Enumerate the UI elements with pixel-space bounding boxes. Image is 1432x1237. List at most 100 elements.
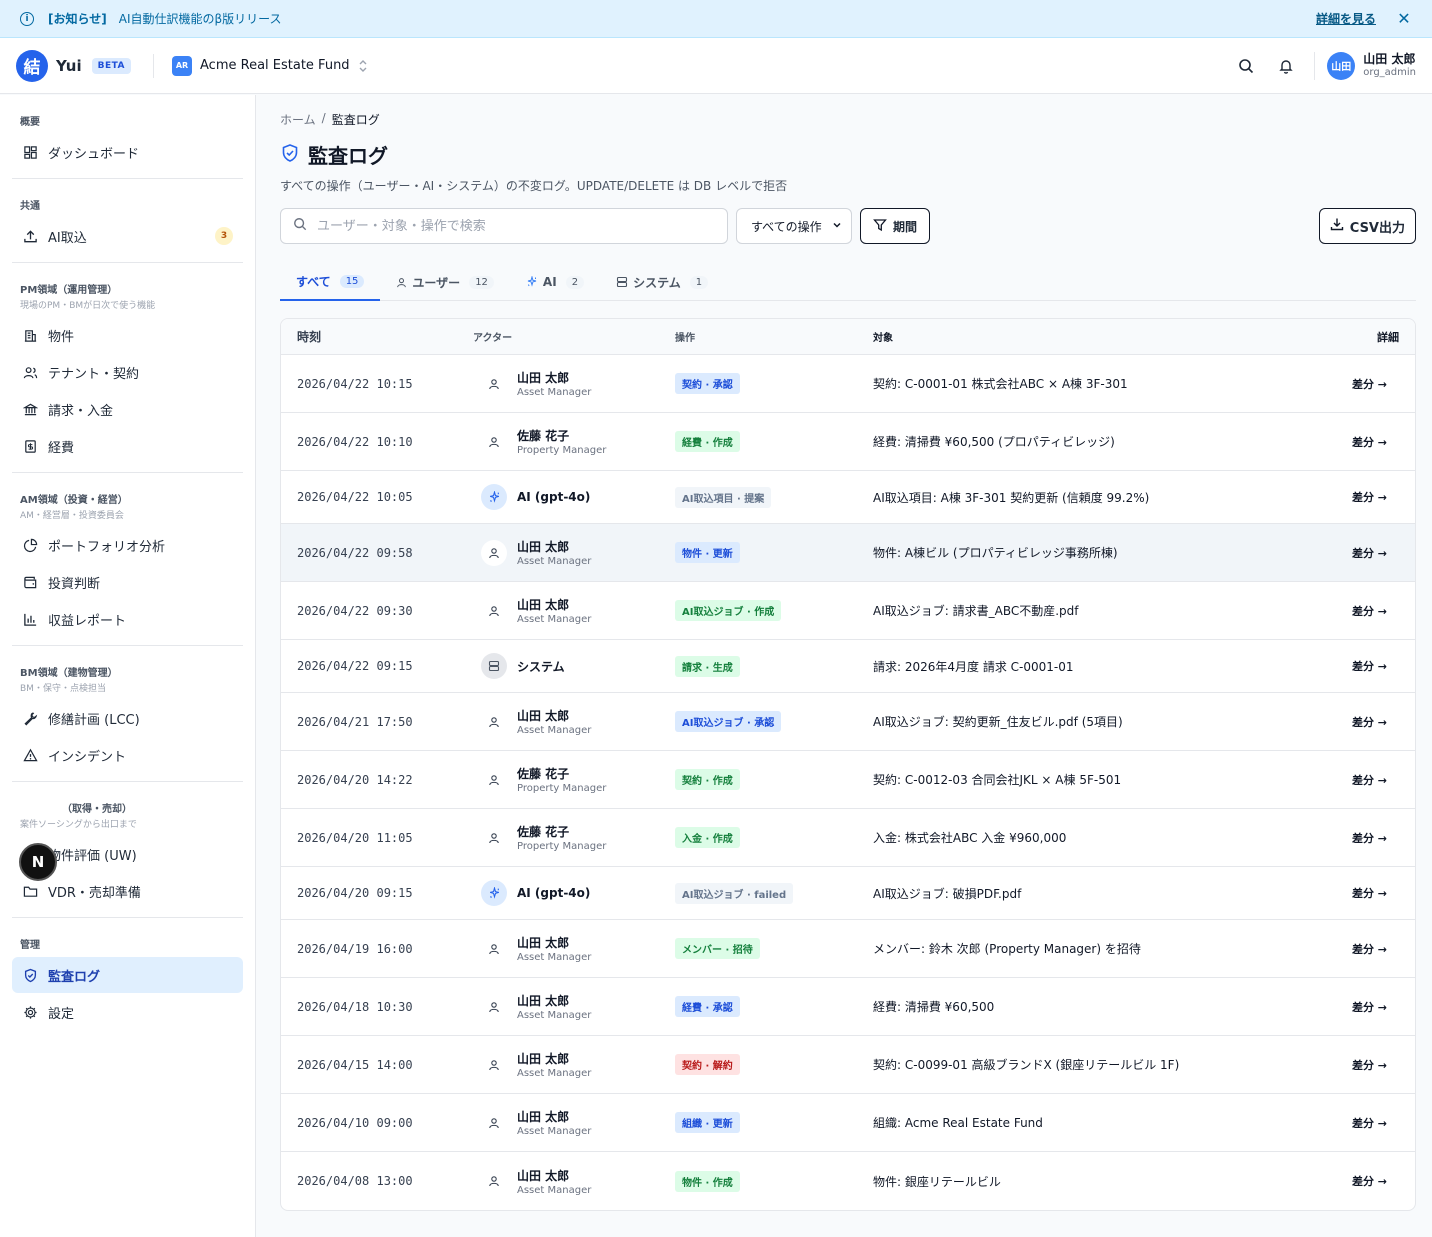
dev-tools-bubble[interactable]: N — [19, 843, 57, 881]
operation-badge: 組織 · 更新 — [675, 1112, 740, 1133]
breadcrumb-home[interactable]: ホーム — [280, 111, 316, 128]
row-actor: 山田 太郎 Asset Manager — [473, 1167, 675, 1196]
csv-export-button[interactable]: CSV出力 — [1318, 208, 1416, 244]
sidebar-item-gear[interactable]: 設定 — [12, 994, 243, 1030]
row-actor: 山田 太郎 Asset Manager — [473, 707, 675, 736]
actor-name: 山田 太郎 — [517, 540, 570, 554]
period-button[interactable]: 期間 — [860, 208, 931, 244]
tab-system[interactable]: システム 1 — [600, 263, 724, 301]
user-menu[interactable]: 山田 山田 太郎 org_admin — [1327, 51, 1416, 80]
sidebar-item-dashboard[interactable]: ダッシュボード — [12, 134, 243, 170]
search-box[interactable] — [280, 208, 728, 244]
sidebar-item-upload[interactable]: AI取込 3 — [12, 218, 243, 254]
actor-name: システム — [517, 659, 565, 674]
table-row[interactable]: 2026/04/15 14:00 山田 太郎 Asset Manager 契約 … — [281, 1036, 1415, 1094]
table-row[interactable]: 2026/04/22 10:15 山田 太郎 Asset Manager 契約 … — [281, 355, 1415, 413]
table-row[interactable]: 2026/04/18 10:30 山田 太郎 Asset Manager 経費 … — [281, 978, 1415, 1036]
actor-name: 山田 太郎 — [517, 709, 570, 723]
sidebar-item-building[interactable]: 物件 — [12, 317, 243, 353]
diff-link[interactable]: 差分 → — [1335, 658, 1415, 674]
download-icon — [1330, 217, 1344, 235]
sidebar-item-shield-check[interactable]: 監査ログ — [12, 957, 243, 993]
row-operation: 経費 · 作成 — [675, 431, 873, 452]
diff-link[interactable]: 差分 → — [1335, 830, 1415, 846]
row-actor: AI (gpt-4o) — [473, 880, 675, 906]
row-actor: 山田 太郎 Asset Manager — [473, 992, 675, 1021]
user-icon — [481, 767, 507, 793]
row-actor: 山田 太郎 Asset Manager — [473, 538, 675, 567]
diff-link[interactable]: 差分 → — [1335, 1173, 1415, 1189]
sidebar-item-alert-triangle[interactable]: インシデント — [12, 737, 243, 773]
table-row[interactable]: 2026/04/20 09:15 AI (gpt-4o) AI取込ジョブ · f… — [281, 867, 1415, 920]
bell-icon[interactable] — [1272, 52, 1300, 80]
tab-label: すべて — [296, 274, 331, 289]
sidebar-item-bar-chart[interactable]: 収益レポート — [12, 601, 243, 637]
diff-link[interactable]: 差分 → — [1335, 714, 1415, 730]
diff-link[interactable]: 差分 → — [1335, 772, 1415, 788]
table-row[interactable]: 2026/04/22 09:58 山田 太郎 Asset Manager 物件 … — [281, 524, 1415, 582]
app-logo[interactable]: 結 — [16, 49, 48, 82]
tab-user[interactable]: ユーザー 12 — [380, 263, 510, 301]
sidebar-item-pie-chart[interactable]: ポートフォリオ分析 — [12, 527, 243, 563]
row-time: 2026/04/22 10:05 — [297, 490, 413, 504]
diff-link[interactable]: 差分 → — [1335, 376, 1415, 392]
operation-filter-select[interactable]: すべての操作 — [736, 208, 852, 244]
diff-link[interactable]: 差分 → — [1335, 1057, 1415, 1073]
sidebar-section: AM領域（投資・経営） AM・経営層・投資委員会 ポートフォリオ分析 投資判断 収… — [12, 473, 243, 646]
sidebar-section-title: AM領域（投資・経営） — [20, 495, 128, 506]
sidebar-item-label: ダッシュボード — [48, 146, 140, 162]
row-actor: 山田 太郎 Asset Manager — [473, 1050, 675, 1079]
tab-count: 2 — [565, 275, 585, 289]
sidebar-section-subtitle: 現場のPM・BMが日次で使う機能 — [20, 301, 156, 311]
user-role: org_admin — [1363, 66, 1416, 78]
sidebar-item-users[interactable]: テナント・契約 — [12, 354, 243, 390]
sidebar-item-bank[interactable]: 請求・入金 — [12, 391, 243, 427]
sidebar-section: PM領域（運用管理） 現場のPM・BMが日次で使う機能 物件 テナント・契約 請求… — [12, 263, 243, 473]
table-row[interactable]: 2026/04/22 09:30 山田 太郎 Asset Manager AI取… — [281, 582, 1415, 640]
sidebar-item-wrench[interactable]: 修繕計画 (LCC) — [12, 700, 243, 736]
table-row[interactable]: 2026/04/22 10:05 AI (gpt-4o) AI取込項目 · 提案… — [281, 471, 1415, 524]
user-name: 山田 太郎 — [1363, 52, 1416, 67]
sidebar-item-wallet[interactable]: 投資判断 — [12, 564, 243, 600]
sidebar-item-label: 設定 — [48, 1006, 75, 1022]
col-detail: 詳細 — [1377, 330, 1399, 344]
diff-link[interactable]: 差分 → — [1335, 999, 1415, 1015]
close-icon[interactable]: ✕ — [1396, 9, 1412, 28]
breadcrumb-separator: / — [321, 111, 326, 125]
table-row[interactable]: 2026/04/10 09:00 山田 太郎 Asset Manager 組織 … — [281, 1094, 1415, 1152]
sidebar-section: 共通 AI取込 3 — [12, 179, 243, 263]
row-target: 契約: C-0001-01 株式会社ABC × A棟 3F-301 — [873, 377, 1128, 391]
sparkle-icon — [526, 276, 538, 288]
search-icon[interactable] — [1232, 52, 1260, 80]
org-switcher[interactable]: AR Acme Real Estate Fund — [172, 55, 368, 76]
search-input[interactable] — [317, 218, 697, 234]
table-row[interactable]: 2026/04/22 10:10 佐藤 花子 Property Manager … — [281, 413, 1415, 471]
row-actor: 佐藤 花子 Property Manager — [473, 765, 675, 794]
receipt-icon — [22, 438, 38, 454]
diff-link[interactable]: 差分 → — [1335, 1115, 1415, 1131]
diff-link[interactable]: 差分 → — [1335, 489, 1415, 505]
operation-badge: 入金 · 作成 — [675, 827, 740, 848]
table-row[interactable]: 2026/04/22 09:15 システム 請求 · 生成 請求: 2026年4… — [281, 640, 1415, 693]
diff-link[interactable]: 差分 → — [1335, 434, 1415, 450]
table-row[interactable]: 2026/04/20 11:05 佐藤 花子 Property Manager … — [281, 809, 1415, 867]
upload-icon — [22, 228, 38, 244]
row-time: 2026/04/20 09:15 — [297, 886, 413, 900]
table-row[interactable]: 2026/04/19 16:00 山田 太郎 Asset Manager メンバ… — [281, 920, 1415, 978]
diff-link[interactable]: 差分 → — [1335, 603, 1415, 619]
sidebar-item-receipt[interactable]: 経費 — [12, 428, 243, 464]
col-operation: 操作 — [675, 333, 695, 344]
table-row[interactable]: 2026/04/08 13:00 山田 太郎 Asset Manager 物件 … — [281, 1152, 1415, 1210]
announcement-details-link[interactable]: 詳細を見る — [1316, 10, 1376, 27]
row-time: 2026/04/22 10:10 — [297, 434, 413, 449]
table-row[interactable]: 2026/04/21 17:50 山田 太郎 Asset Manager AI取… — [281, 693, 1415, 751]
user-icon — [396, 277, 407, 288]
brand-name: Yui — [56, 56, 82, 75]
tab-all[interactable]: すべて 15 — [280, 263, 381, 301]
tab-ai[interactable]: AI 2 — [510, 263, 600, 301]
table-row[interactable]: 2026/04/20 14:22 佐藤 花子 Property Manager … — [281, 751, 1415, 809]
diff-link[interactable]: 差分 → — [1335, 885, 1415, 901]
diff-link[interactable]: 差分 → — [1335, 545, 1415, 561]
diff-link[interactable]: 差分 → — [1335, 941, 1415, 957]
sidebar-item-label: 物件 — [48, 329, 75, 345]
